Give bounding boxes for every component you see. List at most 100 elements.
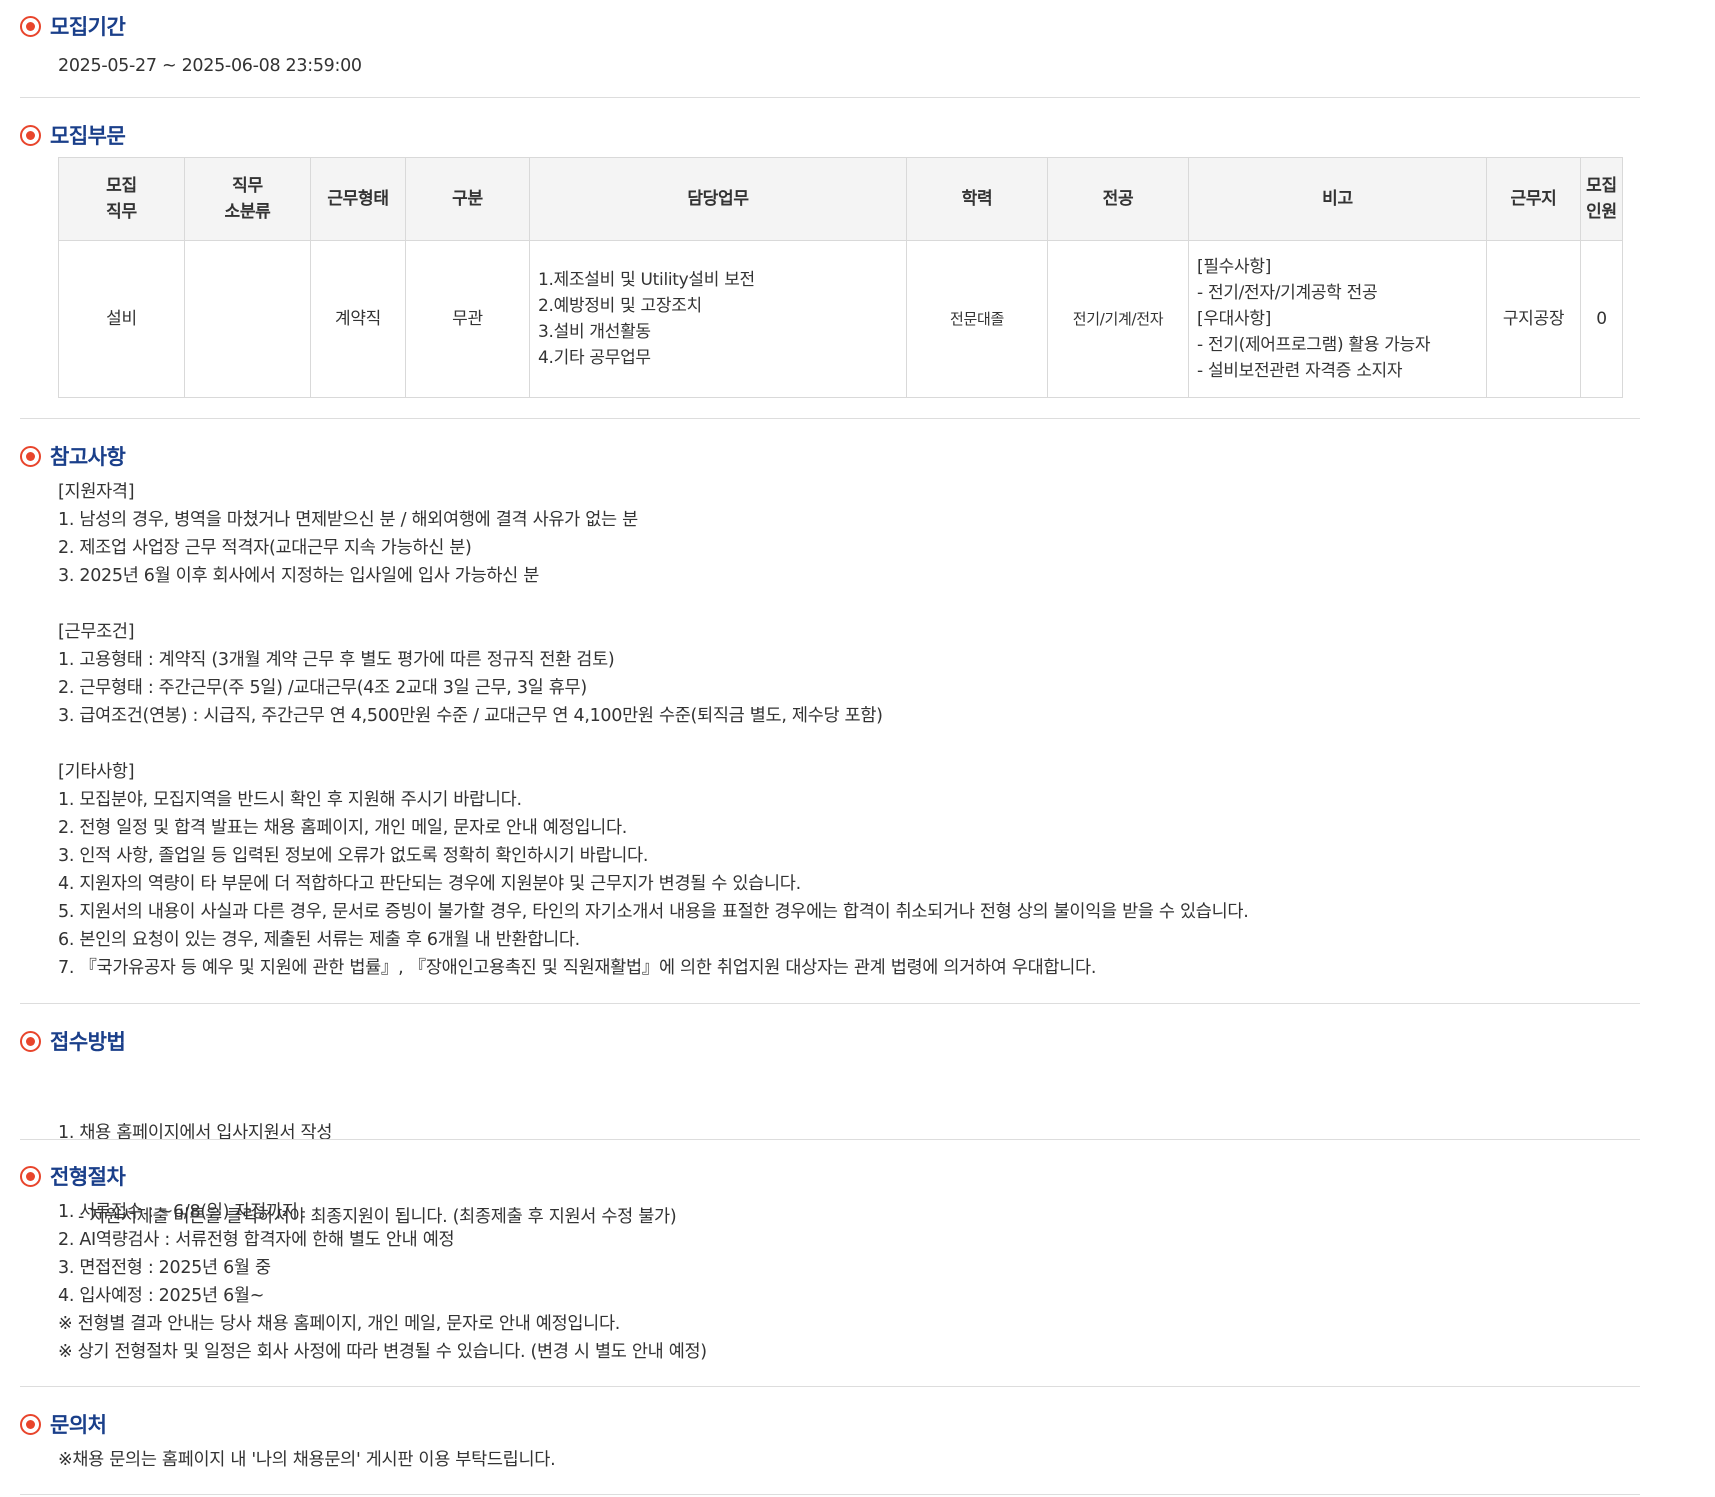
list-item: 3.설비 개선활동	[538, 322, 651, 342]
apply-section: 접수방법	[20, 1026, 1640, 1056]
table-header-cell: 학력	[906, 157, 1048, 241]
header-label: 근무형태	[327, 189, 389, 209]
list-item: 3. 면접전형 : 2025년 6월 중	[58, 1258, 271, 1278]
table-header-cell: 모집인원	[1580, 157, 1623, 241]
list-item: 2. AI역량검사 : 서류전형 합격자에 한해 별도 안내 예정	[58, 1230, 455, 1250]
section-bullet-icon	[20, 1030, 41, 1052]
header-label: 학력	[961, 189, 993, 209]
contact-value: ※채용 문의는 홈페이지 내 '나의 채용문의' 게시판 이용 부탁드립니다.	[58, 1450, 556, 1470]
header-label: 직무	[106, 202, 137, 222]
header-label: 구분	[452, 189, 483, 209]
apply-title: 접수방법	[50, 1030, 126, 1054]
list-item: - 설비보전관련 자격증 소지자	[1197, 361, 1403, 381]
list-item: [우대사항]	[1197, 309, 1272, 329]
section-bullet-icon	[20, 1413, 41, 1435]
divider	[20, 97, 1640, 98]
header-label: 전공	[1102, 189, 1134, 209]
list-item: 1.제조설비 및 Utility설비 보전	[538, 270, 755, 290]
cell-major: 전기/기계/전자	[1047, 240, 1189, 398]
list-item: 3. 2025년 6월 이후 회사에서 지정하는 입사일에 입사 가능하신 분	[58, 566, 540, 586]
list-item: ※ 상기 전형절차 및 일정은 회사 사정에 따라 변경될 수 있습니다. (변…	[58, 1342, 707, 1362]
section-bullet-icon	[20, 1165, 41, 1187]
list-item	[58, 730, 1248, 758]
header-label: 소분류	[224, 202, 271, 222]
divider	[20, 418, 1640, 419]
list-item: 6. 본인의 요청이 있는 경우, 제출된 서류는 제출 후 6개월 내 반환합…	[58, 930, 580, 950]
list-item: 2.예방정비 및 고장조치	[538, 296, 702, 316]
list-item: 5. 지원서의 내용이 사실과 다른 경우, 문서로 증빙이 불가할 경우, 타…	[58, 902, 1249, 922]
table-header-cell: 전공	[1047, 157, 1189, 241]
list-item: [근무조건]	[58, 622, 135, 642]
division-title: 모집부문	[50, 124, 126, 148]
section-bullet-icon	[20, 15, 41, 37]
list-item: 2. 전형 일정 및 합격 발표는 채용 홈페이지, 개인 메일, 문자로 안내…	[58, 818, 628, 838]
period-title: 모집기간	[50, 15, 126, 39]
cell-education: 전문대졸	[906, 240, 1048, 398]
list-item: - 전기(제어프로그램) 활용 가능자	[1197, 335, 1431, 355]
list-item: 1. 남성의 경우, 병역을 마쳤거나 면제받으신 분 / 해외여행에 결격 사…	[58, 510, 638, 530]
recruit-table: 모집 직무 직무 소분류 근무형태 구분 담당업무 학력 전공 비고 근무지 모집 인원 설비 계약직 …	[58, 157, 1623, 398]
table-header-cell: 근무형태	[310, 157, 406, 241]
table-header-cell: 모집직무	[58, 157, 185, 241]
cell-category: 무관	[405, 240, 530, 398]
cell-employment-type: 계약직	[310, 240, 406, 398]
process-section: 전형절차	[20, 1161, 1640, 1191]
divider	[20, 1386, 1640, 1387]
table-header-cell: 담당업무	[529, 157, 907, 241]
period-section: 모집기간	[20, 11, 1640, 41]
list-item: 2. 근무형태 : 주간근무(주 5일) /교대근무(4조 2교대 3일 근무,…	[58, 678, 587, 698]
list-item: - 전기/전자/기계공학 전공	[1197, 283, 1378, 303]
table-header-row: 모집 직무 직무 소분류 근무형태 구분 담당업무 학력 전공 비고 근무지 모집 인원	[58, 157, 1623, 241]
section-bullet-icon	[20, 124, 41, 146]
cell-subcategory	[184, 240, 311, 398]
list-item: [기타사항]	[58, 762, 135, 782]
table-row: 설비 계약직 무관 1.제조설비 및 Utility설비 보전 2.예방정비 및 …	[58, 240, 1623, 398]
header-label: 모집	[106, 176, 137, 196]
table-header-cell: 구분	[405, 157, 530, 241]
reference-header: 참고사항	[20, 441, 1640, 471]
job-posting: 모집기간 2025-05-27 ~ 2025-06-08 23:59:00 모집…	[0, 0, 1715, 1497]
header-label: 직무	[232, 176, 263, 196]
contact-header: 문의처	[20, 1409, 1640, 1439]
header-label: 인원	[1586, 202, 1617, 222]
cell-job: 설비	[58, 240, 185, 398]
list-item: ※ 전형별 결과 안내는 당사 채용 홈페이지, 개인 메일, 문자로 안내 예…	[58, 1314, 621, 1334]
list-item: 7. 『국가유공자 등 예우 및 지원에 관한 법률』, 『장애인고용촉진 및 …	[58, 958, 1097, 978]
section-bullet-icon	[20, 445, 41, 467]
list-item: 2. 제조업 사업장 근무 적격자(교대근무 지속 가능하신 분)	[58, 538, 472, 558]
cell-headcount: 0	[1580, 240, 1623, 398]
division-header: 모집부문	[20, 120, 1640, 150]
division-section: 모집부문	[20, 120, 1640, 150]
header-label: 근무지	[1510, 189, 1557, 209]
reference-section: 참고사항	[20, 441, 1640, 471]
list-item: 1. 고용형태 : 계약직 (3개월 계약 근무 후 별도 평가에 따른 정규직…	[58, 650, 615, 670]
process-title: 전형절차	[50, 1165, 126, 1189]
process-list: 1. 서류접수 : ~6/8(일) 자정까지 2. AI역량검사 : 서류전형 합…	[58, 1198, 707, 1366]
period-header: 모집기간	[20, 11, 1640, 41]
reference-list: [지원자격] 1. 남성의 경우, 병역을 마쳤거나 면제받으신 분 / 해외여행…	[58, 478, 1249, 982]
cell-duties: 1.제조설비 및 Utility설비 보전 2.예방정비 및 고장조치 3.설비 개…	[529, 240, 907, 398]
table-header-cell: 근무지	[1486, 157, 1581, 241]
header-label: 담당업무	[687, 189, 749, 209]
divider	[20, 1003, 1640, 1004]
apply-header: 접수방법	[20, 1026, 1640, 1056]
header-label: 모집	[1586, 176, 1617, 196]
list-item: 3. 인적 사항, 졸업일 등 입력된 정보에 오류가 없도록 정확히 확인하시…	[58, 846, 649, 866]
list-item: 1. 서류접수 : ~6/8(일) 자정까지	[58, 1202, 298, 1222]
list-item: 4. 입사예정 : 2025년 6월~	[58, 1286, 265, 1306]
contact-section: 문의처	[20, 1409, 1640, 1439]
cell-notes: [필수사항] - 전기/전자/기계공학 전공 [우대사항] - 전기(제어프로그램) …	[1188, 240, 1487, 398]
table-header-cell: 비고	[1188, 157, 1487, 241]
divider	[20, 1139, 1640, 1140]
list-item: 1. 채용 홈페이지에서 입사지원서 작성	[58, 1123, 333, 1143]
list-item: [지원자격]	[58, 482, 135, 502]
list-item: 1. 모집분야, 모집지역을 반드시 확인 후 지원해 주시기 바랍니다.	[58, 790, 522, 810]
list-item: 3. 급여조건(연봉) : 시급직, 주간근무 연 4,500만원 수준 / 교…	[58, 706, 883, 726]
list-item: [필수사항]	[1197, 257, 1272, 277]
list-item: 4. 지원자의 역량이 타 부문에 더 적합하다고 판단되는 경우에 지원분야 …	[58, 874, 801, 894]
cell-location: 구지공장	[1486, 240, 1581, 398]
table-header-cell: 직무소분류	[184, 157, 311, 241]
period-value: 2025-05-27 ~ 2025-06-08 23:59:00	[58, 56, 362, 76]
reference-title: 참고사항	[50, 445, 126, 469]
divider	[20, 1494, 1640, 1495]
